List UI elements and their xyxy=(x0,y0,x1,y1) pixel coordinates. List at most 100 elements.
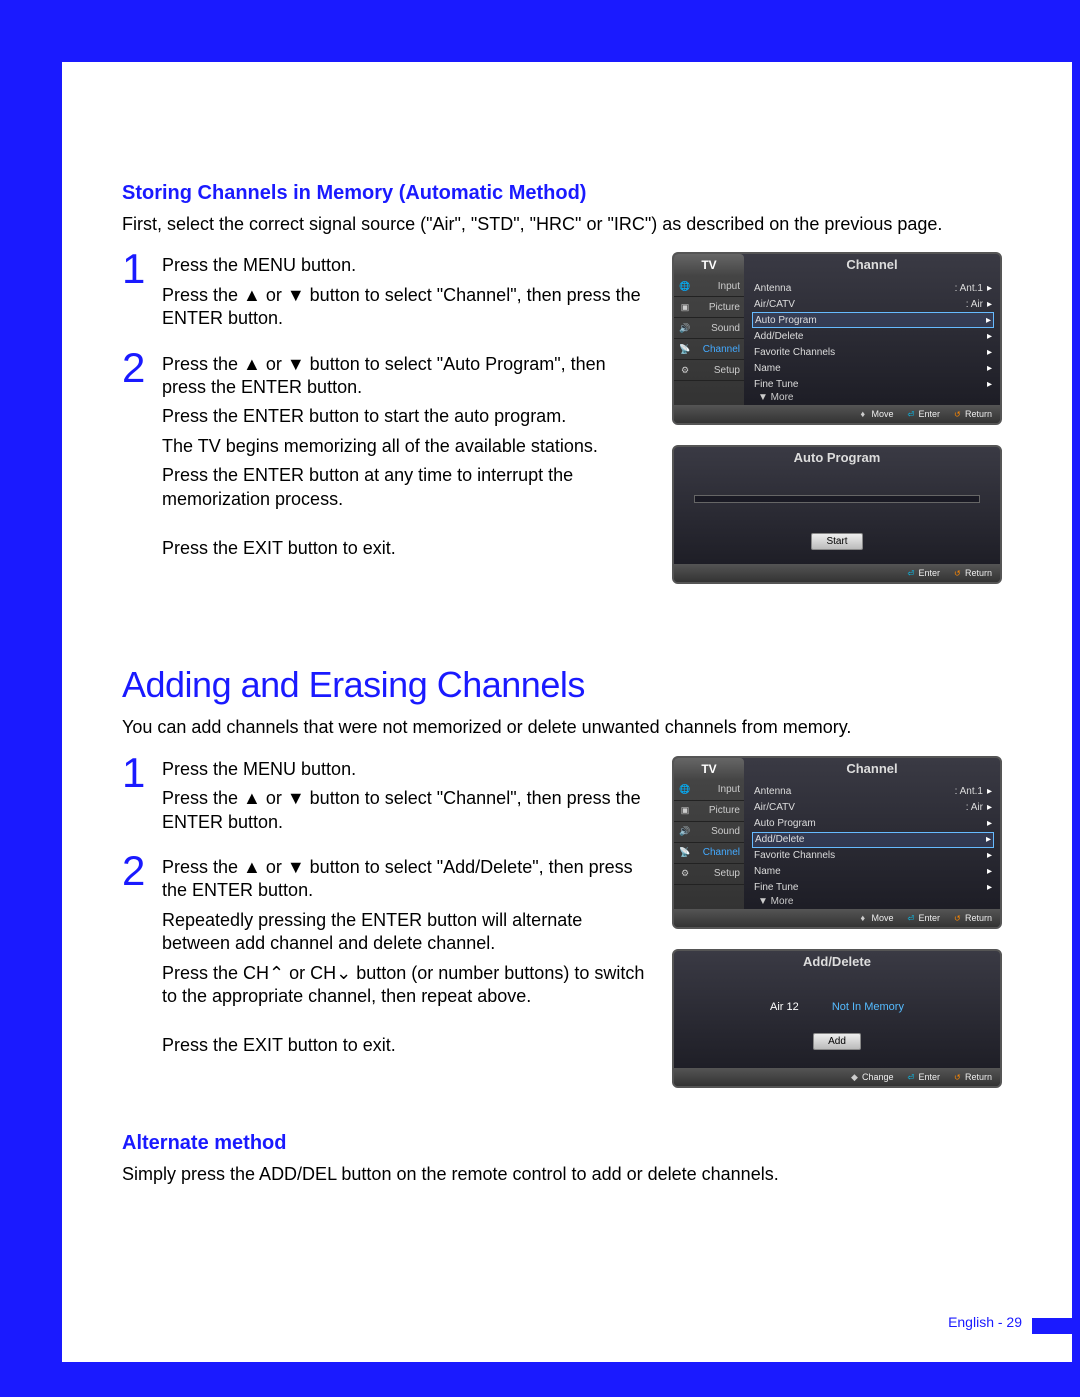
osd-tv-tab: TV xyxy=(674,254,744,276)
osd-title: Channel xyxy=(744,758,1000,780)
section2-steps: 1 Press the MENU button. Press the ▲ or … xyxy=(122,756,652,1108)
section1-osd-column: TV Channel 🌐Input ▣Picture 🔊Sound 📡Chann… xyxy=(672,252,1012,604)
osd-hint-enter: Enter xyxy=(907,1072,940,1082)
osd-row-name[interactable]: Name▸ xyxy=(752,360,994,376)
step-number: 2 xyxy=(122,351,152,567)
globe-icon: 🌐 xyxy=(680,785,690,795)
step: 2 Press the ▲ or ▼ button to select "Add… xyxy=(122,854,652,1064)
osd-sidebar-setup[interactable]: ⚙Setup xyxy=(674,864,744,885)
section1-heading: Storing Channels in Memory (Automatic Me… xyxy=(122,182,1012,205)
osd-body: Air 12 Not In Memory Add xyxy=(674,973,1000,1068)
osd-sidebar-channel[interactable]: 📡Channel xyxy=(674,339,744,360)
osd-hint-return: Return xyxy=(954,913,992,923)
setup-icon: ⚙ xyxy=(680,365,690,375)
globe-icon: 🌐 xyxy=(680,281,690,291)
section1-steps: 1 Press the MENU button. Press the ▲ or … xyxy=(122,252,652,604)
osd-menu-list: Antenna: Ant.1▸ Air/CATV: Air▸ Auto Prog… xyxy=(744,276,1000,405)
osd-hint-move: Move xyxy=(860,913,893,923)
channel-icon: 📡 xyxy=(680,848,690,858)
section3-intro: Simply press the ADD/DEL button on the r… xyxy=(122,1163,1012,1186)
osd-hint-change: Change xyxy=(851,1072,894,1082)
osd-start-button[interactable]: Start xyxy=(811,533,862,550)
osd-title: Auto Program xyxy=(674,447,1000,469)
section2-intro: You can add channels that were not memor… xyxy=(122,716,1012,739)
step-number: 1 xyxy=(122,756,152,840)
osd-row-name[interactable]: Name▸ xyxy=(752,864,994,880)
osd-hint-enter: Enter xyxy=(907,409,940,419)
osd-more: ▼ More xyxy=(752,896,994,907)
osd-sidebar-input[interactable]: 🌐Input xyxy=(674,780,744,801)
osd-row-autoprogram[interactable]: Auto Program▸ xyxy=(752,816,994,832)
osd-channel-menu-adddelete: TV Channel 🌐Input ▣Picture 🔊Sound 📡Chann… xyxy=(672,756,1002,929)
osd-channel-menu-auto: TV Channel 🌐Input ▣Picture 🔊Sound 📡Chann… xyxy=(672,252,1002,425)
osd-row-fav[interactable]: Favorite Channels▸ xyxy=(752,848,994,864)
osd-sidebar-sound[interactable]: 🔊Sound xyxy=(674,318,744,339)
step: 1 Press the MENU button. Press the ▲ or … xyxy=(122,252,652,336)
section1-intro: First, select the correct signal source … xyxy=(122,213,1012,236)
osd-row-aircatv[interactable]: Air/CATV: Air▸ xyxy=(752,800,994,816)
osd-hint-move: Move xyxy=(860,409,893,419)
osd-auto-program: Auto Program Start Enter Return xyxy=(672,445,1002,584)
osd-row-aircatv[interactable]: Air/CATV: Air▸ xyxy=(752,296,994,312)
osd-add-button[interactable]: Add xyxy=(813,1033,861,1050)
page-edge-mark xyxy=(1032,1318,1072,1334)
osd-menu-list: Antenna: Ant.1▸ Air/CATV: Air▸ Auto Prog… xyxy=(744,780,1000,909)
step-number: 1 xyxy=(122,252,152,336)
osd-hint-return: Return xyxy=(954,409,992,419)
osd-sidebar-setup[interactable]: ⚙Setup xyxy=(674,360,744,381)
step: 2 Press the ▲ or ▼ button to select "Aut… xyxy=(122,351,652,567)
osd-row-adddelete[interactable]: Add/Delete▸ xyxy=(752,328,994,344)
osd-tv-tab: TV xyxy=(674,758,744,780)
osd-row-autoprogram[interactable]: Auto Program▸ xyxy=(752,312,994,328)
osd-footer: Change Enter Return xyxy=(674,1068,1000,1086)
osd-row-adddelete[interactable]: Add/Delete▸ xyxy=(752,832,994,848)
osd-title: Add/Delete xyxy=(674,951,1000,973)
osd-row-fav[interactable]: Favorite Channels▸ xyxy=(752,344,994,360)
sound-icon: 🔊 xyxy=(680,827,690,837)
osd-sidebar-channel[interactable]: 📡Channel xyxy=(674,843,744,864)
osd-sidebar-input[interactable]: 🌐Input xyxy=(674,276,744,297)
osd-row-finetune[interactable]: Fine Tune▸ xyxy=(752,376,994,392)
step-number: 2 xyxy=(122,854,152,1064)
manual-page: Storing Channels in Memory (Automatic Me… xyxy=(62,62,1072,1362)
section2-heading: Adding and Erasing Channels xyxy=(122,664,1012,706)
picture-icon: ▣ xyxy=(680,806,690,816)
step-body: Press the ▲ or ▼ button to select "Add/D… xyxy=(162,854,652,1064)
osd-footer: Move Enter Return xyxy=(674,909,1000,927)
osd-row-antenna[interactable]: Antenna: Ant.1▸ xyxy=(752,784,994,800)
osd-row-antenna[interactable]: Antenna: Ant.1▸ xyxy=(752,280,994,296)
osd-footer: Move Enter Return xyxy=(674,405,1000,423)
osd-hint-enter: Enter xyxy=(907,568,940,578)
osd-sidebar: 🌐Input ▣Picture 🔊Sound 📡Channel ⚙Setup xyxy=(674,780,744,909)
osd-sidebar: 🌐Input ▣Picture 🔊Sound 📡Channel ⚙Setup xyxy=(674,276,744,405)
osd-title: Channel xyxy=(744,254,1000,276)
osd-sidebar-sound[interactable]: 🔊Sound xyxy=(674,822,744,843)
osd-row-finetune[interactable]: Fine Tune▸ xyxy=(752,880,994,896)
osd-channel-status: Not In Memory xyxy=(832,1001,904,1013)
section1-content: 1 Press the MENU button. Press the ▲ or … xyxy=(122,252,1012,604)
step: 1 Press the MENU button. Press the ▲ or … xyxy=(122,756,652,840)
osd-channel-label: Air 12 xyxy=(770,1001,799,1013)
channel-icon: 📡 xyxy=(680,344,690,354)
section2-content: 1 Press the MENU button. Press the ▲ or … xyxy=(122,756,1012,1108)
sound-icon: 🔊 xyxy=(680,323,690,333)
picture-icon: ▣ xyxy=(680,302,690,312)
step-body: Press the MENU button. Press the ▲ or ▼ … xyxy=(162,252,652,336)
osd-hint-return: Return xyxy=(954,1072,992,1082)
section2-osd-column: TV Channel 🌐Input ▣Picture 🔊Sound 📡Chann… xyxy=(672,756,1012,1108)
osd-more: ▼ More xyxy=(752,392,994,403)
setup-icon: ⚙ xyxy=(680,869,690,879)
osd-body: Start xyxy=(674,469,1000,564)
osd-hint-enter: Enter xyxy=(907,913,940,923)
page-footer: English - 29 xyxy=(948,1314,1022,1330)
osd-channel-status-line: Air 12 Not In Memory xyxy=(684,1001,990,1013)
section3-heading: Alternate method xyxy=(122,1132,1012,1155)
step-body: Press the ▲ or ▼ button to select "Auto … xyxy=(162,351,652,567)
osd-add-delete: Add/Delete Air 12 Not In Memory Add Chan… xyxy=(672,949,1002,1088)
osd-footer: Enter Return xyxy=(674,564,1000,582)
step-body: Press the MENU button. Press the ▲ or ▼ … xyxy=(162,756,652,840)
osd-sidebar-picture[interactable]: ▣Picture xyxy=(674,297,744,318)
osd-progress-bar xyxy=(694,495,980,503)
osd-hint-return: Return xyxy=(954,568,992,578)
osd-sidebar-picture[interactable]: ▣Picture xyxy=(674,801,744,822)
